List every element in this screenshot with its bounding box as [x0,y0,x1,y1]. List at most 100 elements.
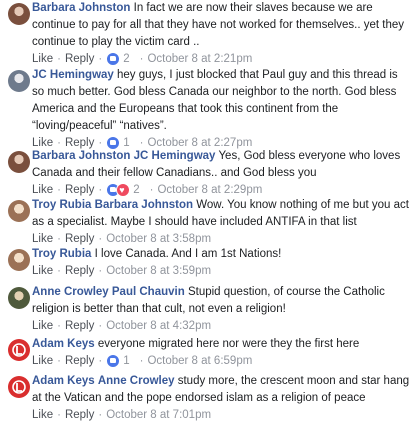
separator: · [98,265,103,277]
comment-text: Adam Keys everyone migrated here nor wer… [32,336,411,353]
comment-line: Wow. You know nothing of me but you act [196,199,409,211]
comment-line: continue to play the victim card .. [32,36,200,48]
avatar[interactable] [8,3,30,25]
timestamp[interactable]: October 8 at 2:21pm [147,51,252,67]
timestamp[interactable]: October 8 at 2:29pm [157,182,262,198]
comment-actions: Like · Reply · 2 · October 8 at 2:21pm [32,51,411,67]
comment-text: Barbara Johnston In fact we are now thei… [32,0,411,51]
comment-line: religion is better than that cult, not e… [32,303,286,315]
comment-line: America and the Europeans that took this… [32,103,339,115]
separator: · [98,53,103,65]
reply-button[interactable]: Reply [65,263,94,279]
separator: · [57,409,61,421]
like-reaction-icon [106,52,121,66]
mention-link[interactable]: Barbara Johnston [95,199,193,211]
reply-button[interactable]: Reply [65,318,94,334]
author-name[interactable]: Barbara Johnston [32,150,130,162]
like-button[interactable]: Like [32,263,53,279]
author-name[interactable]: Troy Rubia [32,248,91,260]
separator: · [139,355,144,367]
comment-text: JC Hemingway hey guys, I just blocked th… [32,67,411,135]
mention-link[interactable]: Paul Chauvin [112,286,185,298]
comment-thread: Barbara Johnston In fact we are now thei… [0,0,417,422]
comment-line: continue to pay for all that they have n… [32,19,405,31]
author-name[interactable]: Adam Keys [32,338,95,350]
avatar[interactable] [8,249,30,271]
comment-text: Barbara Johnston JC Hemingway Yes, God b… [32,148,411,182]
reply-button[interactable]: Reply [65,407,94,423]
comment-actions: Like · Reply · October 8 at 4:32pm [32,318,411,334]
timestamp[interactable]: October 8 at 7:01pm [106,407,211,423]
like-button[interactable]: Like [32,231,53,247]
timestamp[interactable]: October 8 at 3:59pm [106,263,211,279]
separator: · [98,184,103,196]
comment-line: everyone migrated here nor were they the… [97,338,360,350]
comment-text: Troy Rubia Barbara Johnston Wow. You kno… [32,197,411,231]
avatar[interactable] [8,151,30,173]
timestamp[interactable]: October 8 at 4:32pm [106,318,211,334]
comment-line: I love Canada. And I am 1st Nations! [94,248,282,260]
avatar[interactable] [8,200,30,222]
comment-text: Anne Crowley Paul Chauvin Stupid questio… [32,284,411,318]
reply-button[interactable]: Reply [65,231,94,247]
comment-line: as a specialist. Maybe I should have inc… [32,216,357,228]
comment-line: study more, the crescent moon and star h… [177,375,410,387]
avatar[interactable] [8,70,30,92]
avatar[interactable] [8,339,30,361]
logo-icon [12,380,26,394]
reaction-count[interactable]: 2 [123,51,129,67]
comment-line: at the Vatican and the pope endorsed isl… [32,392,366,404]
comment-actions: Like · Reply · October 8 at 7:01pm [32,407,411,423]
comment-line: “loving/peaceful” “natives”. [32,120,167,132]
reply-button[interactable]: Reply [65,51,94,67]
author-name[interactable]: Anne Crowley [32,286,109,298]
like-button[interactable]: Like [32,407,53,423]
like-button[interactable]: Like [32,182,53,198]
comment-line: so much better. God bless Canada our nei… [32,86,397,98]
comment-actions: Like · Reply · October 8 at 3:58pm [32,231,411,247]
comment-line: hey guys, I just blocked that Paul guy a… [117,69,398,81]
logo-icon [12,343,26,357]
reactions[interactable] [106,52,121,66]
comment-text: Adam Keys Anne Crowley study more, the c… [32,373,411,407]
reaction-count[interactable]: 1 [123,353,129,369]
author-name[interactable]: Adam Keys [32,375,95,387]
separator: · [57,53,61,65]
separator: · [149,184,154,196]
like-reaction-icon [106,354,121,368]
comment-text: Troy Rubia I love Canada. And I am 1st N… [32,246,411,263]
author-name[interactable]: Troy Rubia [32,199,91,211]
timestamp[interactable]: October 8 at 6:59pm [147,353,252,369]
separator: · [98,409,103,421]
comment-actions: Like · Reply · 1 · October 8 at 6:59pm [32,353,411,369]
separator: · [139,53,144,65]
separator: · [57,233,61,245]
like-button[interactable]: Like [32,318,53,334]
separator: · [57,320,61,332]
like-button[interactable]: Like [32,353,53,369]
comment-line: Yes, God bless everyone who loves [218,150,401,162]
comment-line: Stupid question, of course the Catholic [187,286,385,298]
separator: · [98,233,103,245]
separator: · [98,320,103,332]
comment-line: In fact we are now their slaves because … [133,2,373,14]
reply-button[interactable]: Reply [65,353,94,369]
avatar[interactable] [8,376,30,398]
like-button[interactable]: Like [32,51,53,67]
reaction-count[interactable]: 2 [133,182,139,198]
separator: · [57,184,61,196]
reactions[interactable] [106,182,131,198]
comment-actions: Like · Reply · October 8 at 3:59pm [32,263,411,279]
comment-line: Canada and their fellow Canadians.. and … [32,167,317,179]
mention-link[interactable]: Anne Crowley [98,375,175,387]
mention-link[interactable]: JC Hemingway [134,150,216,162]
comment-actions: Like · Reply · 2 · October 8 at 2:29pm [32,182,411,198]
timestamp[interactable]: October 8 at 3:58pm [106,231,211,247]
avatar[interactable] [8,287,30,309]
reply-button[interactable]: Reply [65,182,94,198]
reactions[interactable] [106,354,121,368]
author-name[interactable]: JC Hemingway [32,69,114,81]
author-name[interactable]: Barbara Johnston [32,2,130,14]
separator: · [57,265,61,277]
separator: · [98,355,103,367]
